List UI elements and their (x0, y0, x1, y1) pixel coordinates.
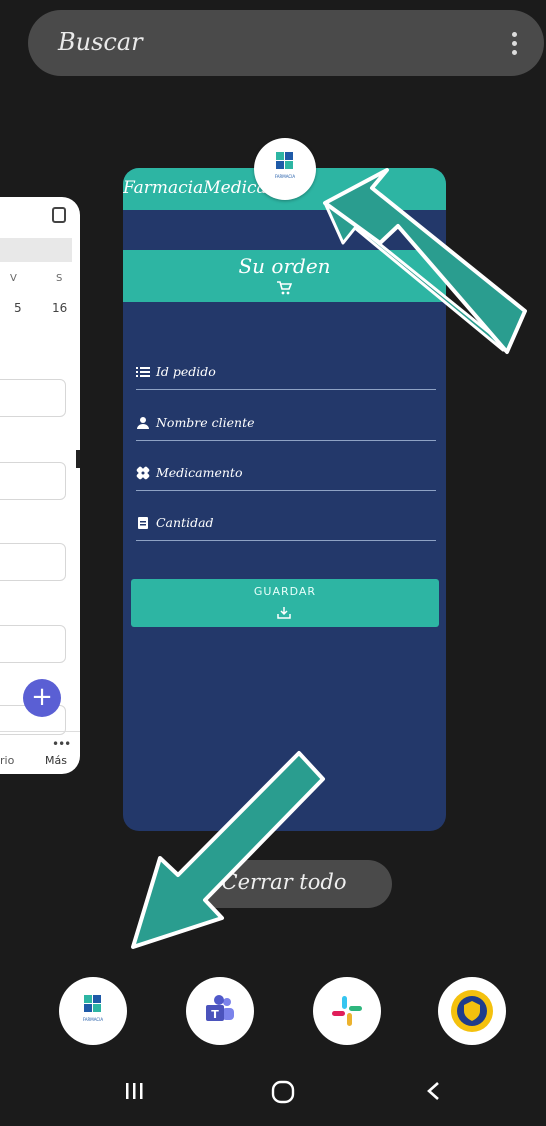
home-nav-button[interactable] (270, 1080, 296, 1108)
event-slot (0, 462, 66, 500)
bandage-icon (136, 466, 150, 479)
save-button-label: GUARDAR (253, 585, 317, 598)
svg-text:FARMACIA: FARMACIA (275, 174, 296, 179)
calendar-header-bar (0, 238, 72, 262)
date-label: 16 (52, 301, 68, 315)
more-icon[interactable]: ••• (52, 737, 71, 751)
app-title: FarmaciaMedica (123, 178, 267, 198)
dock-farmacia-icon[interactable]: FARMACIA (59, 977, 127, 1045)
quantity-field[interactable]: Cantidad (136, 514, 436, 541)
back-nav-button[interactable] (423, 1080, 445, 1106)
weekday-label: S (56, 273, 63, 284)
nav-item-more[interactable]: Más (45, 754, 67, 767)
event-slot (0, 625, 66, 663)
person-icon (137, 416, 149, 429)
order-title: Su orden (238, 254, 331, 278)
date-label: 5 (14, 301, 22, 315)
order-id-label: Id pedido (155, 364, 216, 379)
document-icon (138, 516, 148, 529)
order-header: Su orden (123, 250, 446, 302)
recent-apps-nav-button[interactable] (123, 1080, 145, 1106)
weekday-label: V (10, 273, 17, 284)
more-options-icon[interactable] (512, 32, 518, 56)
nav-item-partial[interactable]: rio (0, 754, 14, 767)
event-slot (0, 379, 66, 417)
dock-teams-icon[interactable]: T (186, 977, 254, 1045)
close-all-label: Cerrar todo (221, 870, 347, 894)
customer-name-label: Nombre cliente (155, 415, 255, 430)
recent-app-card-farmacia[interactable]: FarmaciaMedica Su orden Id pedido Nombre… (123, 168, 446, 831)
add-event-button[interactable]: + (23, 679, 61, 717)
dock-slack-icon[interactable] (313, 977, 381, 1045)
card-edge-handle (76, 450, 80, 468)
cart-icon (277, 281, 292, 295)
customer-name-field[interactable]: Nombre cliente (136, 414, 436, 441)
order-id-field[interactable]: Id pedido (136, 363, 436, 390)
quantity-label: Cantidad (155, 515, 214, 530)
svg-text:T: T (211, 1008, 219, 1021)
divider (0, 731, 80, 732)
close-all-button[interactable]: Cerrar todo (176, 860, 392, 908)
event-slot (0, 543, 66, 581)
recents-search-bar[interactable]: Buscar (28, 10, 544, 76)
search-placeholder: Buscar (58, 28, 143, 56)
download-icon (277, 607, 291, 619)
save-button[interactable]: GUARDAR (131, 579, 439, 627)
medication-field[interactable]: Medicamento (136, 464, 436, 491)
farmacia-logo-icon: FARMACIA (254, 138, 316, 200)
calendar-toolbar-icon (52, 207, 66, 223)
recent-app-card-calendar[interactable]: V S 5 16 + ••• rio Más (0, 197, 80, 774)
medication-label: Medicamento (155, 465, 243, 480)
list-icon (136, 366, 150, 377)
svg-text:FARMACIA: FARMACIA (83, 1017, 104, 1022)
dock-university-icon[interactable] (438, 977, 506, 1045)
